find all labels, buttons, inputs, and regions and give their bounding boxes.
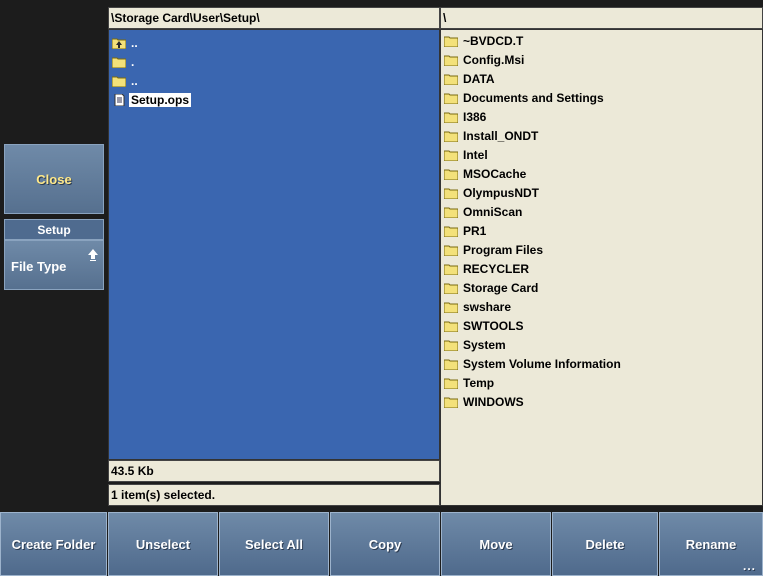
size-status: 43.5 Kb <box>108 460 440 482</box>
list-item[interactable]: Program Files <box>444 240 545 259</box>
right-file-list[interactable]: ~BVDCD.T Config.Msi DATA Documents and Sett… <box>440 29 763 506</box>
delete-button[interactable]: Delete <box>552 512 658 576</box>
list-item[interactable]: System <box>444 335 508 354</box>
list-item[interactable]: .. <box>112 71 140 90</box>
item-name: I386 <box>463 109 487 124</box>
left-path-bar: \Storage Card\User\Setup\ <box>108 7 440 29</box>
item-name: MSOCache <box>463 166 527 181</box>
folder-icon <box>444 264 458 275</box>
folder-icon <box>444 188 458 199</box>
folder-icon <box>444 55 458 66</box>
list-item[interactable]: swshare <box>444 297 513 316</box>
item-name: RECYCLER <box>463 261 530 276</box>
folder-icon <box>444 131 458 142</box>
folder-icon <box>444 93 458 104</box>
item-name: OmniScan <box>463 204 523 219</box>
item-name: .. <box>131 73 138 88</box>
list-item[interactable]: MSOCache <box>444 164 528 183</box>
left-file-list[interactable]: .. . .. Setup.ops <box>108 29 440 460</box>
right-path-bar: \ <box>440 7 763 29</box>
item-name: Temp <box>463 375 495 390</box>
file-type-label: File Type <box>11 259 67 274</box>
item-name: ~BVDCD.T <box>463 33 524 48</box>
item-name: Setup.ops <box>129 92 192 107</box>
folder-icon <box>444 283 458 294</box>
list-item[interactable]: ~BVDCD.T <box>444 31 525 50</box>
list-item[interactable]: Documents and Settings <box>444 88 606 107</box>
folder-icon <box>444 359 458 370</box>
item-name: Intel <box>463 147 488 162</box>
list-item[interactable]: SWTOOLS <box>444 316 525 335</box>
list-item[interactable]: System Volume Information <box>444 354 623 373</box>
more-indicator: ... <box>742 559 756 573</box>
item-name: OlympusNDT <box>463 185 540 200</box>
selection-status: 1 item(s) selected. <box>108 484 440 506</box>
folder-icon <box>444 112 458 123</box>
list-item[interactable]: .. <box>112 33 140 52</box>
item-name: WINDOWS <box>463 394 524 409</box>
up-arrow-icon <box>88 249 98 261</box>
list-item[interactable]: DATA <box>444 69 497 88</box>
file-icon <box>114 93 125 106</box>
list-item[interactable]: Temp <box>444 373 496 392</box>
folder-icon <box>444 150 458 161</box>
item-name: DATA <box>463 71 495 86</box>
list-item[interactable]: Storage Card <box>444 278 540 297</box>
list-item[interactable]: OmniScan <box>444 202 524 221</box>
folder-icon <box>444 226 458 237</box>
close-button[interactable]: Close <box>4 144 104 214</box>
item-name: .. <box>131 35 138 50</box>
item-name: Storage Card <box>463 280 539 295</box>
list-item[interactable]: I386 <box>444 107 488 126</box>
folder-icon <box>444 302 458 313</box>
rename-label: Rename <box>685 536 737 552</box>
copy-button[interactable]: Copy <box>330 512 440 576</box>
list-item[interactable]: Intel <box>444 145 490 164</box>
folder-icon <box>444 74 458 85</box>
folder-icon <box>444 36 458 47</box>
folder-icon <box>444 169 458 180</box>
item-name: System <box>463 337 506 352</box>
folder-icon <box>444 207 458 218</box>
item-name: . <box>131 54 135 69</box>
list-item[interactable]: Install_ONDT <box>444 126 540 145</box>
select-all-button[interactable]: Select All <box>219 512 329 576</box>
list-item[interactable]: Config.Msi <box>444 50 526 69</box>
item-name: Documents and Settings <box>463 90 604 105</box>
folder-icon <box>444 397 458 408</box>
item-name: Install_ONDT <box>463 128 539 143</box>
list-item[interactable]: Setup.ops <box>112 90 192 109</box>
folder-icon <box>444 340 458 351</box>
folder-up-icon <box>112 38 126 49</box>
folder-icon <box>444 378 458 389</box>
item-name: System Volume Information <box>463 356 621 371</box>
rename-button[interactable]: Rename ... <box>659 512 763 576</box>
folder-icon <box>112 76 126 87</box>
setup-group-header: Setup <box>4 219 104 240</box>
item-name: PR1 <box>463 223 487 238</box>
folder-icon <box>112 57 126 68</box>
create-folder-button[interactable]: Create Folder <box>0 512 107 576</box>
unselect-button[interactable]: Unselect <box>108 512 218 576</box>
item-name: Config.Msi <box>463 52 525 67</box>
list-item[interactable]: WINDOWS <box>444 392 526 411</box>
move-button[interactable]: Move <box>441 512 551 576</box>
list-item[interactable]: . <box>112 52 136 71</box>
item-name: SWTOOLS <box>463 318 524 333</box>
item-name: Program Files <box>463 242 544 257</box>
file-type-button[interactable]: File Type <box>4 240 104 290</box>
list-item[interactable]: RECYCLER <box>444 259 531 278</box>
folder-icon <box>444 245 458 256</box>
list-item[interactable]: PR1 <box>444 221 488 240</box>
folder-icon <box>444 321 458 332</box>
item-name: swshare <box>463 299 512 314</box>
list-item[interactable]: OlympusNDT <box>444 183 541 202</box>
